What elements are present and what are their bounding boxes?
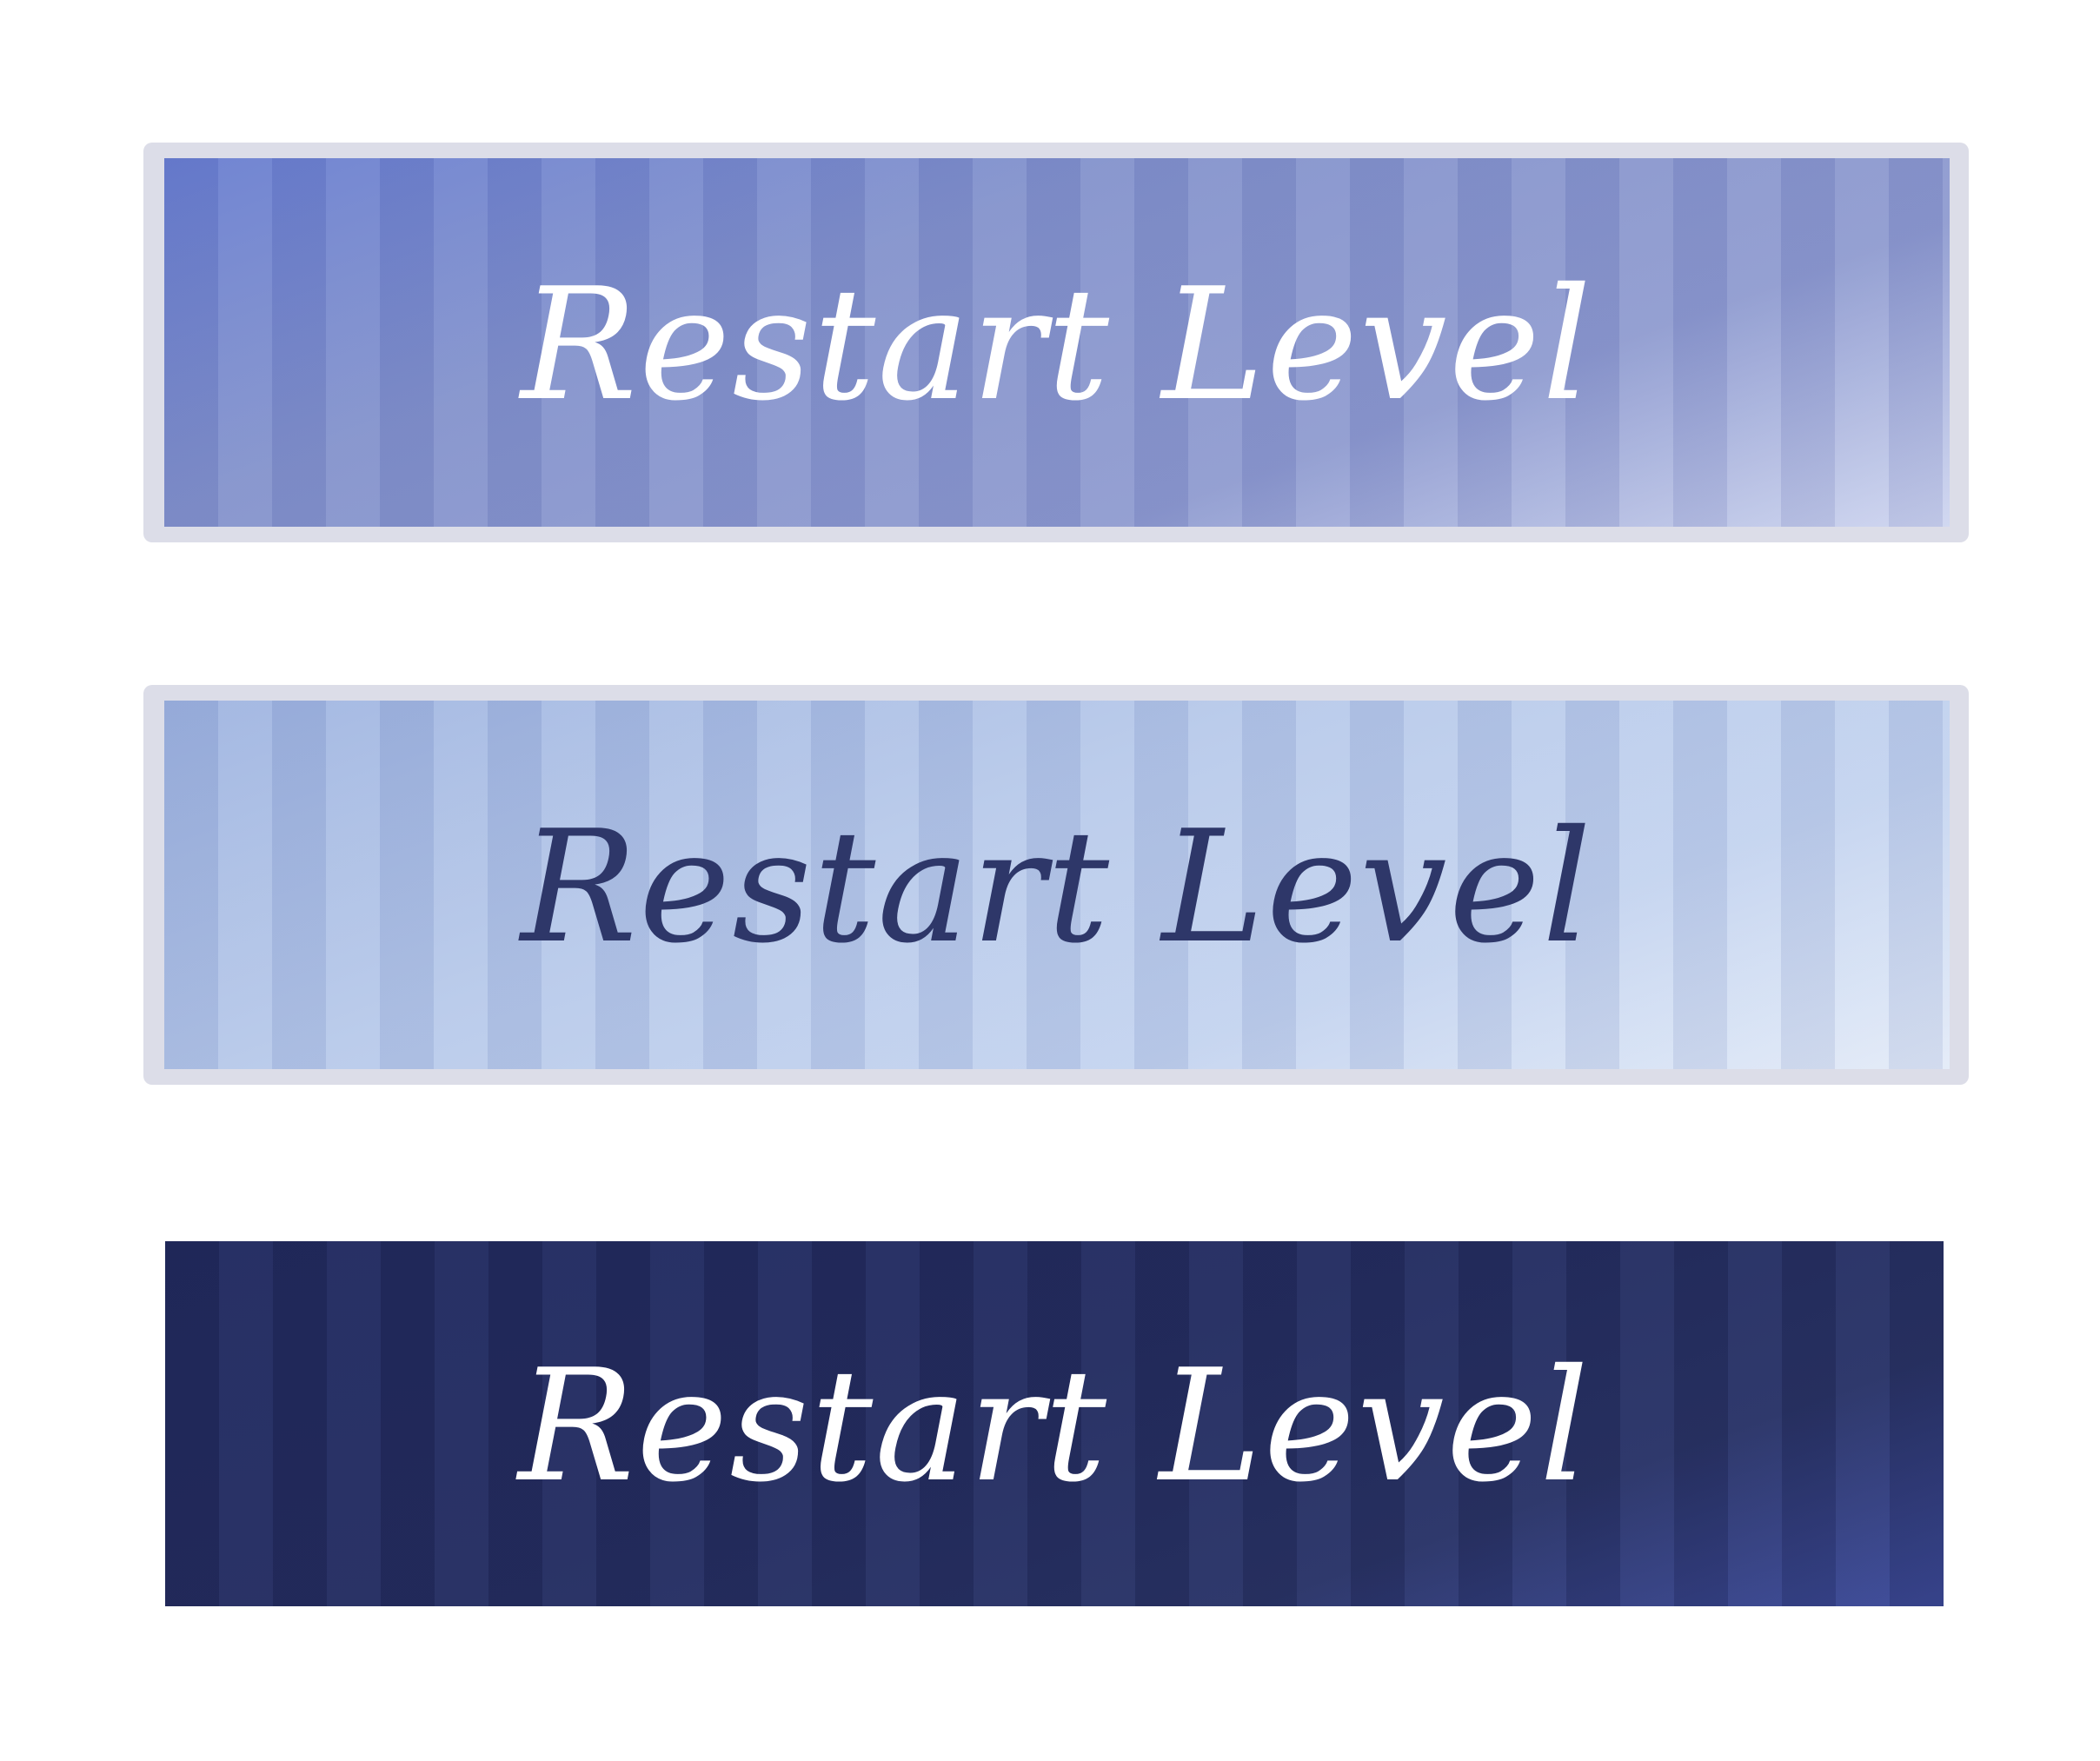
button-label: Restart Level [518, 1336, 1591, 1516]
button-face: Restart Level [164, 701, 1950, 1069]
button-face: Restart Level [164, 158, 1950, 527]
restart-level-button-pressed[interactable]: Restart Level [165, 1241, 1944, 1606]
restart-level-button-normal[interactable]: Restart Level [143, 143, 1969, 542]
button-face: Restart Level [165, 1241, 1944, 1606]
button-label: Restart Level [521, 255, 1593, 435]
button-label: Restart Level [521, 797, 1593, 977]
restart-level-button-hover[interactable]: Restart Level [143, 685, 1969, 1085]
